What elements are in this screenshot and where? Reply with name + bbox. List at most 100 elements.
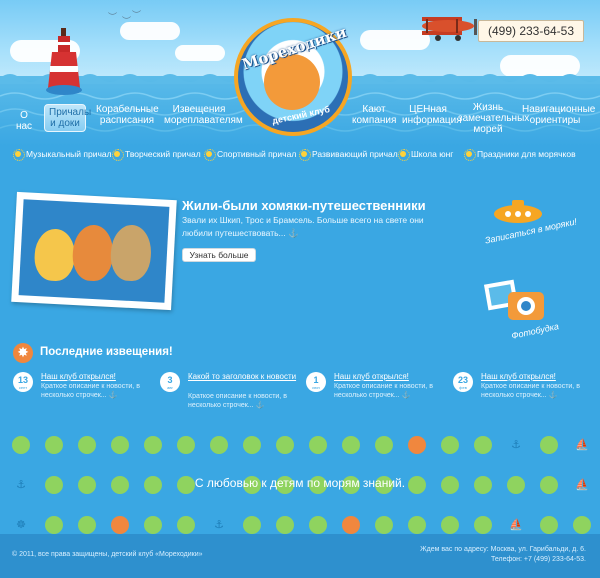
news-date: 3 авг [160, 372, 180, 392]
hamsters-illustration [18, 199, 170, 303]
camera-icon[interactable] [484, 278, 548, 324]
decorative-dot [243, 436, 261, 454]
decorative-dot [144, 436, 162, 454]
subnav-item-school[interactable]: Школа юнг [398, 147, 453, 161]
sun-icon [464, 149, 476, 161]
hero-text: Звали их Шкип, Трос и Брамсель. Больше в… [182, 215, 424, 238]
decorative-dot [45, 436, 63, 454]
news-description: Краткое описание к новости, в несколько … [188, 393, 287, 409]
subnav-item-develop[interactable]: Развивающий причал [299, 147, 398, 161]
sailboat-icon: ⛵ [575, 438, 589, 451]
decorative-dot [408, 436, 426, 454]
phone-banner: (499) 233-64-53 [478, 20, 584, 42]
submarine-icon[interactable] [488, 196, 548, 226]
news-title-link[interactable]: Наш клуб открылся! [481, 372, 591, 381]
sun-icon [13, 149, 25, 161]
decorative-dot [210, 436, 228, 454]
news-description: Краткое описание к новости, в несколько … [334, 383, 433, 399]
nav-item-docks[interactable]: Причалы и доки [44, 104, 91, 132]
news-heading: Последние извещения! [40, 346, 173, 358]
helm-icon: ☸ [16, 518, 26, 531]
decorative-dot [375, 436, 393, 454]
subnav-item-creative[interactable]: Творческий причал [112, 147, 201, 161]
decorative-dot [111, 516, 129, 534]
starfish-icon: ✸ [13, 343, 33, 363]
sub-nav: Музыкальный причал Творческий причал Спо… [0, 147, 600, 163]
footer-contacts: Ждем вас по адресу: Москва, ул. Гарибаль… [420, 545, 586, 565]
bird-icon: ︶ [122, 17, 132, 27]
news-title-link[interactable]: Какой то заголовок к новости [188, 372, 298, 381]
sun-icon [299, 149, 311, 161]
hamster-bramsel [109, 223, 153, 282]
sun-icon [112, 149, 124, 161]
subnav-label: Развивающий причал [312, 149, 398, 159]
news-description: Краткое описание к новости, в несколько … [481, 383, 580, 399]
news-date: 23 фев [453, 372, 473, 392]
decorative-dot [474, 516, 492, 534]
decorative-dot [408, 516, 426, 534]
anchor-icon: ⚓ [214, 518, 224, 531]
hamster-shkip [33, 227, 77, 282]
bird-icon: ︶ [132, 11, 142, 21]
hero-title: Жили-были хомяки-путешественники [182, 198, 426, 213]
decorative-dot [441, 516, 459, 534]
copyright: © 2011, все права защищены, детский клуб… [12, 551, 203, 558]
nav-item-company[interactable]: Кают компания [352, 104, 396, 126]
subnav-label: Праздники для морячков [477, 149, 576, 159]
decorative-dot [111, 436, 129, 454]
nav-item-notices[interactable]: Извещения мореплавателям [164, 104, 243, 126]
sun-icon [398, 149, 410, 161]
subnav-label: Музыкальный причал [26, 149, 112, 159]
decorative-dot [375, 516, 393, 534]
slogan: С любовью к детям по морям знаний. [194, 476, 406, 490]
decorative-dot [177, 436, 195, 454]
decorative-dot [276, 436, 294, 454]
decorative-dot [441, 436, 459, 454]
decorative-dot [12, 436, 30, 454]
decorative-dot [78, 516, 96, 534]
footer-address: Ждем вас по адресу: Москва, ул. Гарибаль… [420, 546, 586, 553]
decorative-dot [243, 516, 261, 534]
decorative-dot [342, 436, 360, 454]
main-nav: О нас Причалы и доки Корабельные расписа… [0, 100, 600, 140]
decorative-dot [342, 516, 360, 534]
sun-icon [204, 149, 216, 161]
sailboat-icon: ⛵ [509, 518, 523, 531]
photobooth-link[interactable]: Фотобудка [510, 321, 559, 341]
decorative-dot [309, 436, 327, 454]
hero-photo [11, 191, 177, 311]
news-title-link[interactable]: Наш клуб открылся! [334, 372, 444, 381]
learn-more-button[interactable]: Узнать больше [182, 248, 256, 262]
decorative-dot [45, 516, 63, 534]
anchor-icon: ⚓ [511, 438, 521, 451]
news-title-link[interactable]: Наш клуб открылся! [41, 372, 151, 381]
decorative-dot [177, 516, 195, 534]
decorative-dot [474, 436, 492, 454]
nav-item-schedules[interactable]: Корабельные расписания [96, 104, 159, 126]
cloud-decoration [175, 45, 225, 61]
subnav-item-holidays[interactable]: Праздники для морячков [464, 147, 576, 161]
decorative-dot [540, 436, 558, 454]
hamster-tros [71, 223, 115, 282]
decorative-dot [309, 516, 327, 534]
subnav-label: Спортивный причал [217, 149, 297, 159]
decorative-dot [144, 516, 162, 534]
news-description: Краткое описание к новости, в несколько … [41, 383, 140, 399]
subnav-label: Школа юнг [411, 149, 454, 159]
subnav-item-sport[interactable]: Спортивный причал [204, 147, 296, 161]
nav-item-prices[interactable]: ЦЕНная информация [402, 104, 462, 126]
news-date: 13 сент [13, 372, 33, 392]
nav-item-landmarks[interactable]: Навигационные ориентиры [522, 104, 595, 126]
decorative-dot [540, 516, 558, 534]
decorative-dot [78, 436, 96, 454]
news-date: 1 июн [306, 372, 326, 392]
bird-icon: ︶ [108, 13, 118, 23]
airplane-icon [422, 17, 477, 41]
footer-phone: Телефон: +7 (499) 233-64-53. [491, 556, 586, 563]
buoy-icon [46, 28, 82, 95]
nav-item-seas[interactable]: Жизнь замечательных морей [458, 102, 529, 135]
decorative-dot [573, 516, 591, 534]
decorative-dot [276, 516, 294, 534]
nav-item-about[interactable]: О нас [12, 110, 36, 132]
subnav-item-music[interactable]: Музыкальный причал [13, 147, 112, 161]
